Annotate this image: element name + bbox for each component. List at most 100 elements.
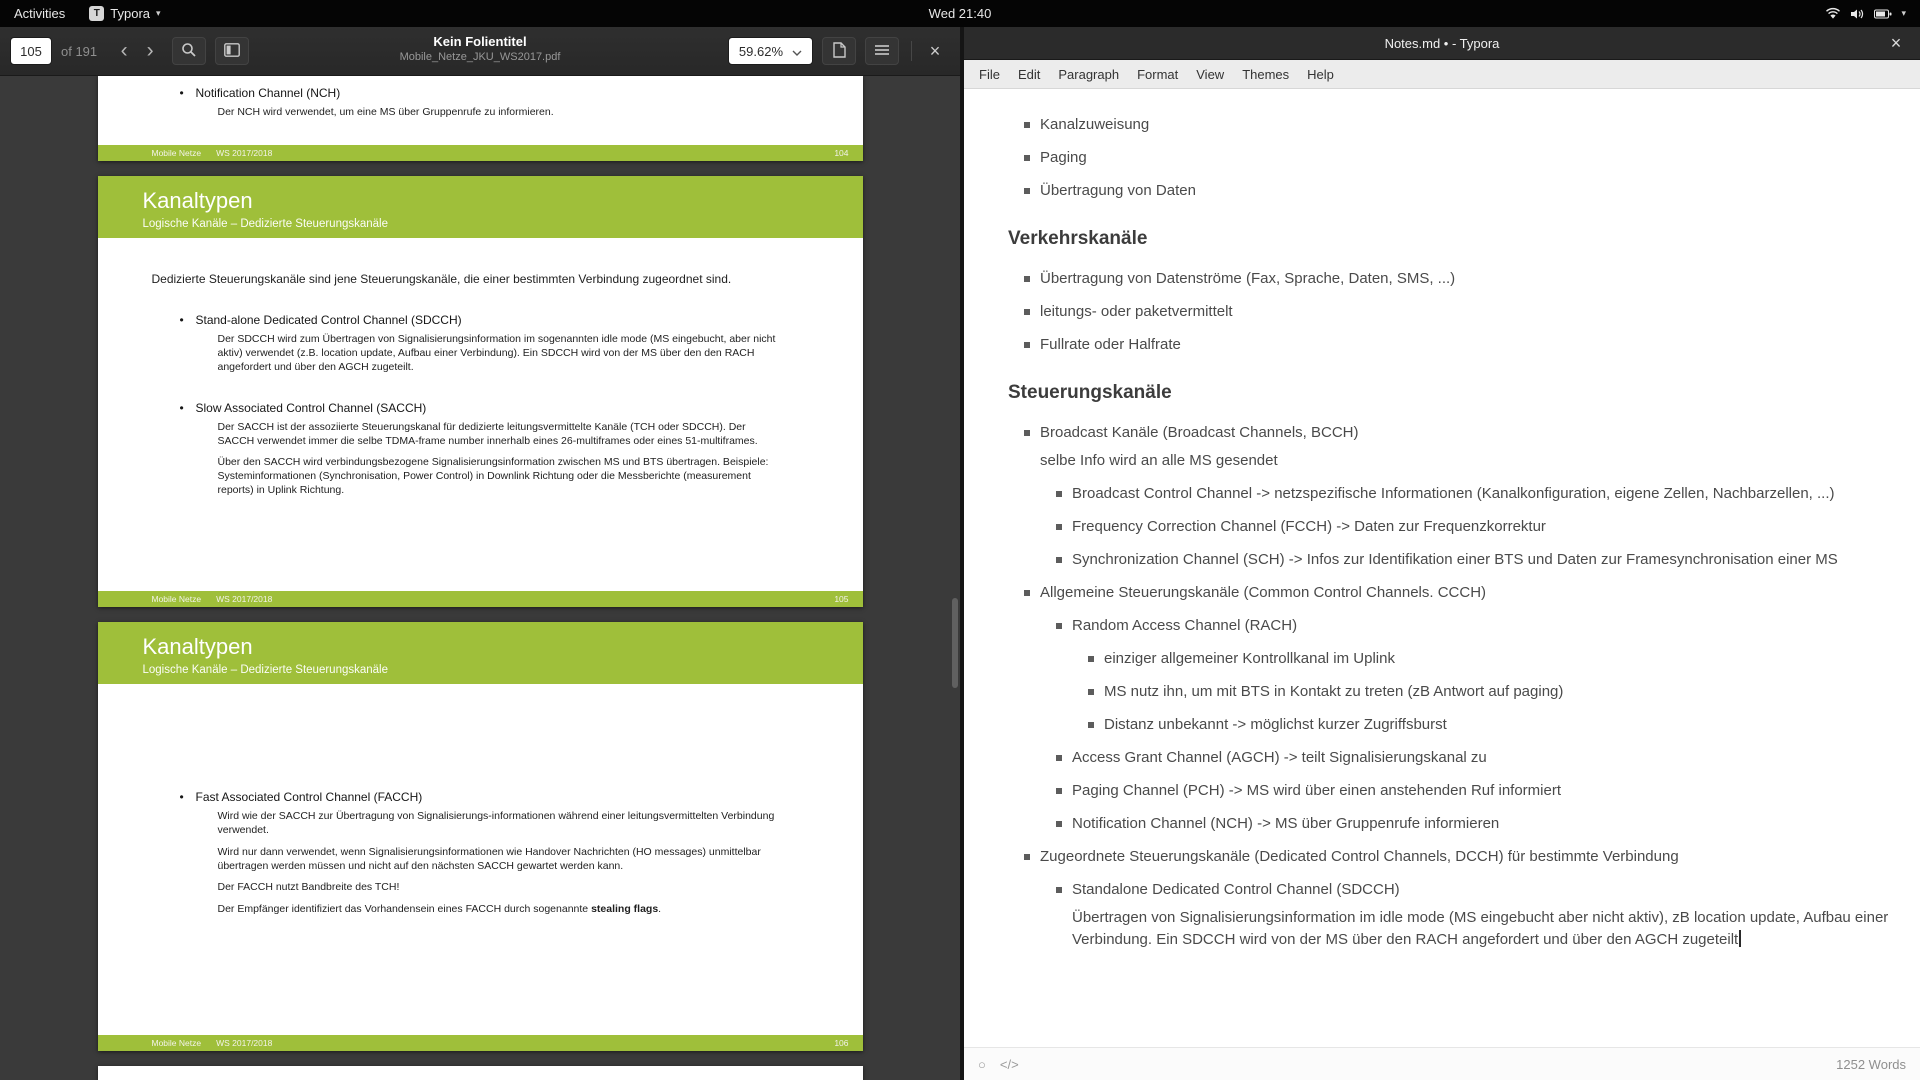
bullet-marker — [1024, 188, 1030, 194]
list-item[interactable]: Broadcast Kanäle (Broadcast Channels, BC… — [1024, 422, 1896, 472]
footer-term-label: WS 2017/2018 — [216, 1038, 272, 1048]
typora-titlebar[interactable]: Notes.md • - Typora × — [964, 27, 1920, 60]
footer-page-number: 106 — [834, 1038, 848, 1048]
slide-footer: Mobile NetzeWS 2017/2018106 — [98, 1035, 863, 1051]
list-item-text: einziger allgemeiner Kontrollkanal im Up… — [1104, 650, 1395, 667]
list-item[interactable]: Kanalzuweisung — [1024, 114, 1896, 136]
slide-bullet-body: Der FACCH nutzt Bandbreite des TCH! — [218, 881, 778, 895]
list-item-text: Übertragung von Daten — [1040, 182, 1196, 199]
word-count: 1252 Words — [1836, 1057, 1906, 1072]
list-item-text: Random Access Channel (RACH) — [1072, 617, 1297, 634]
slide-body: •Notification Channel (NCH)Der NCH wird … — [98, 76, 863, 120]
bullet-marker — [1088, 722, 1094, 728]
list-item[interactable]: Paging Channel (PCH) -> MS wird über ein… — [1056, 780, 1896, 802]
slide-footer: Mobile NetzeWS 2017/2018104 — [98, 145, 863, 161]
heading: Steuerungskanäle — [1008, 382, 1896, 404]
list-item-text: Paging Channel (PCH) -> MS wird über ein… — [1072, 782, 1561, 799]
zoom-level-select[interactable]: 59.62% — [728, 37, 813, 65]
slide-bullet-body: Der SDCCH wird zum Übertragen von Signal… — [218, 333, 778, 375]
slide-bullet-title: •Stand-alone Dedicated Control Channel (… — [152, 313, 823, 327]
sidebar-toggle-button[interactable] — [215, 37, 249, 65]
pdf-toolbar: of 191 ‹ › K — [0, 27, 960, 76]
menu-button[interactable] — [865, 37, 899, 65]
slide-header: KanaltypenLogische Kanäle – Dedizierte S… — [98, 176, 863, 238]
pdf-close-button[interactable]: × — [920, 36, 950, 66]
menu-edit[interactable]: Edit — [1009, 62, 1049, 87]
list-item-text: Synchronization Channel (SCH) -> Infos z… — [1072, 551, 1838, 568]
list-item[interactable]: Allgemeine Steuerungskanäle (Common Cont… — [1024, 582, 1896, 604]
slide-footer: Mobile NetzeWS 2017/2018105 — [98, 591, 863, 607]
bullet-marker — [1024, 155, 1030, 161]
list-item[interactable]: Zugeordnete Steuerungskanäle (Dedicated … — [1024, 846, 1896, 868]
menu-format[interactable]: Format — [1128, 62, 1187, 87]
source-code-toggle-icon[interactable]: </> — [1000, 1057, 1019, 1072]
list-item[interactable]: Fullrate oder Halfrate — [1024, 334, 1896, 356]
slide-intro-text: Dedizierte Steuerungskanäle sind jene St… — [152, 271, 732, 287]
bullet-marker — [1024, 590, 1030, 596]
slide-bullet-title: •Slow Associated Control Channel (SACCH) — [152, 401, 823, 415]
search-button[interactable] — [172, 37, 206, 65]
pdf-scrollbar[interactable] — [952, 80, 958, 1076]
footer-term-label: WS 2017/2018 — [216, 148, 272, 158]
list-item[interactable]: Notification Channel (NCH) -> MS über Gr… — [1056, 813, 1896, 835]
list-item[interactable]: Frequency Correction Channel (FCCH) -> D… — [1056, 516, 1896, 538]
menu-help[interactable]: Help — [1298, 62, 1343, 87]
slide-bullet: •Fast Associated Control Channel (FACCH)… — [152, 790, 823, 917]
bullet-marker — [1024, 342, 1030, 348]
slide-bullet-title: •Fast Associated Control Channel (FACCH) — [152, 790, 823, 804]
document-filename: Mobile_Netze_JKU_WS2017.pdf — [270, 51, 690, 63]
volume-icon — [1850, 8, 1865, 20]
clock[interactable]: Wed 21:40 — [929, 6, 992, 21]
typora-statusbar: ○ </> 1252 Words — [964, 1047, 1920, 1080]
list-item-text: Notification Channel (NCH) -> MS über Gr… — [1072, 815, 1499, 832]
menu-paragraph[interactable]: Paragraph — [1049, 62, 1128, 87]
app-menu-button[interactable]: T Typora ▾ — [79, 0, 170, 27]
system-status-area[interactable]: ▾ — [1825, 0, 1920, 27]
menu-view[interactable]: View — [1187, 62, 1233, 87]
scrollbar-thumb[interactable] — [952, 598, 958, 688]
slide-bullet-body: Über den SACCH wird verbindungsbezogene … — [218, 456, 778, 498]
page-number-input[interactable] — [10, 37, 52, 65]
chevron-down-icon — [792, 44, 802, 59]
hamburger-icon — [874, 44, 890, 59]
activities-button[interactable]: Activities — [0, 0, 79, 27]
bullet-marker — [1056, 755, 1062, 761]
text-cursor — [1739, 930, 1741, 947]
footer-course-label: Mobile Netze — [152, 594, 202, 604]
list-item[interactable]: leitungs- oder paketvermittelt — [1024, 301, 1896, 323]
pdf-slide: KanaltypenLogische Kanäle – Dedizierte S… — [98, 622, 863, 1051]
previous-page-button[interactable]: ‹ — [111, 36, 137, 66]
bullet-icon: • — [180, 313, 184, 327]
list-item[interactable]: einziger allgemeiner Kontrollkanal im Up… — [1088, 648, 1896, 670]
typora-close-button[interactable]: × — [1880, 27, 1912, 60]
list-item[interactable]: Paging — [1024, 147, 1896, 169]
slide-bullet: •Notification Channel (NCH)Der NCH wird … — [152, 86, 823, 120]
menu-themes[interactable]: Themes — [1233, 62, 1298, 87]
list-item[interactable]: MS nutz ihn, um mit BTS in Kontakt zu tr… — [1088, 681, 1896, 703]
slide-subtitle: Logische Kanäle – Dedizierte Steuerungsk… — [143, 218, 863, 230]
list-item[interactable]: Synchronization Channel (SCH) -> Infos z… — [1056, 549, 1896, 571]
list-item-text: Übertragen von Signalisierungsinformatio… — [1072, 907, 1896, 951]
outline-toggle-icon[interactable]: ○ — [978, 1057, 986, 1072]
list-item[interactable]: Broadcast Control Channel -> netzspezifi… — [1056, 483, 1896, 505]
list-item[interactable]: Standalone Dedicated Control Channel (SD… — [1056, 879, 1896, 951]
list-item[interactable]: Distanz unbekannt -> möglichst kurzer Zu… — [1088, 714, 1896, 736]
document-icon — [833, 42, 846, 61]
list-item[interactable]: Übertragung von Daten — [1024, 180, 1896, 202]
menu-file[interactable]: File — [970, 62, 1009, 87]
list-item[interactable]: Übertragung von Datenströme (Fax, Sprach… — [1024, 268, 1896, 290]
document-properties-button[interactable] — [822, 37, 856, 65]
bullet-icon: • — [180, 790, 184, 804]
pdf-slide: KanaltypenLogische Kanäle – Dedizierte S… — [98, 176, 863, 607]
slide-bullet-body: Wird nur dann verwendet, wenn Signalisie… — [218, 846, 778, 874]
list-item[interactable]: Access Grant Channel (AGCH) -> teilt Sig… — [1056, 747, 1896, 769]
next-page-button[interactable]: › — [137, 36, 163, 66]
list-item-text: Distanz unbekannt -> möglichst kurzer Zu… — [1104, 716, 1447, 733]
list-item[interactable]: Random Access Channel (RACH) — [1056, 615, 1896, 637]
bullet-marker — [1088, 656, 1094, 662]
typora-window: Notes.md • - Typora × FileEditParagraphF… — [964, 27, 1920, 1080]
pdf-document-area[interactable]: •Notification Channel (NCH)Der NCH wird … — [0, 76, 960, 1080]
list-item-text: Übertragung von Datenströme (Fax, Sprach… — [1040, 270, 1455, 287]
typora-editor[interactable]: Kanalzuweisung Paging Übertragung von Date… — [964, 89, 1920, 1047]
bullet-marker — [1024, 276, 1030, 282]
